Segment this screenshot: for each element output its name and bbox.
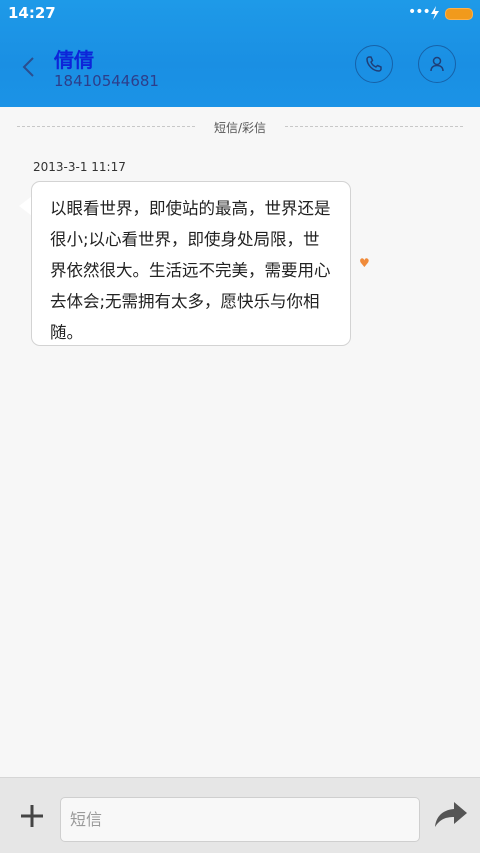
separator-label: 短信/彩信 xyxy=(213,121,267,135)
status-time: 14:27 xyxy=(8,4,56,22)
send-arrow-icon[interactable] xyxy=(434,800,468,830)
thread-separator: 短信/彩信 xyxy=(17,117,463,137)
phone-icon xyxy=(366,56,382,72)
contact-number: 18410544681 xyxy=(54,72,159,90)
message-input[interactable] xyxy=(60,797,420,842)
battery-icon xyxy=(445,8,473,20)
contact-name: 倩倩 xyxy=(54,48,94,72)
contact-details-button[interactable] xyxy=(418,45,456,83)
signal-dots-icon: ••• xyxy=(408,4,431,20)
back-arrow-icon[interactable] xyxy=(14,50,44,84)
separator-line-right xyxy=(285,126,463,127)
conversation-header: 14:27 ••• 倩倩 18410544681 xyxy=(0,0,480,107)
person-icon xyxy=(430,56,444,72)
message-timestamp: 2013-3-1 11:17 xyxy=(33,160,126,174)
call-button[interactable] xyxy=(355,45,393,83)
status-bar: 14:27 ••• xyxy=(0,0,480,28)
charging-bolt-icon xyxy=(431,6,439,20)
heart-icon[interactable]: ♥ xyxy=(359,256,370,270)
message-bubble[interactable]: 以眼看世界，即使站的最高，世界还是很小;以心看世界，即使身处局限，世界依然很大。… xyxy=(31,181,351,346)
plus-icon[interactable] xyxy=(18,802,46,830)
